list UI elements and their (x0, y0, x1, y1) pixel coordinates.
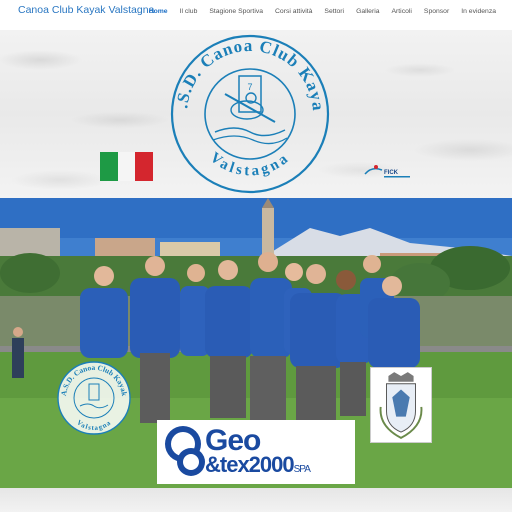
page-bottom-strip (0, 488, 512, 512)
club-logo-small: A.S.D. Canoa Club Kayak Valstagna (57, 361, 131, 435)
team-photo: A.S.D. Canoa Club Kayak Valstagna Geo &t… (0, 198, 512, 488)
geotex-mark (165, 426, 205, 476)
sponsor-geotex-logo: Geo &tex2000SPA (157, 420, 355, 484)
site-brand-link[interactable]: Canoa Club Kayak Valstagna (18, 5, 158, 16)
main-nav: Home Il club Stagione Sportiva Corsi att… (143, 8, 502, 15)
nav-item-articoli[interactable]: Articoli (386, 8, 418, 15)
nav-item-sponsor[interactable]: Sponsor (418, 8, 455, 15)
italian-flag (100, 152, 154, 181)
nav-item-il-club[interactable]: Il club (174, 8, 204, 15)
svg-text:7: 7 (247, 82, 252, 92)
fick-federation-logo: FICK (364, 165, 410, 178)
header-banner: A.S.D. Canoa Club Kayak Valstagna 7 FICK (0, 30, 512, 198)
nav-item-home[interactable]: Home (143, 8, 174, 15)
sponsor-name-line2: &tex2000SPA (205, 452, 311, 477)
svg-text:Valstagna: Valstagna (207, 150, 294, 180)
nav-item-in-evidenza[interactable]: In evidenza (455, 8, 502, 15)
nav-item-corsi-attivita[interactable]: Corsi attività (269, 8, 318, 15)
municipality-crest (370, 367, 432, 443)
nav-item-settori[interactable]: Settori (318, 8, 350, 15)
site-header: Canoa Club Kayak Valstagna Home Il club … (0, 0, 512, 30)
nav-item-stagione-sportiva[interactable]: Stagione Sportiva (203, 8, 269, 15)
nav-item-galleria[interactable]: Galleria (350, 8, 385, 15)
club-logo: A.S.D. Canoa Club Kayak Valstagna 7 (165, 32, 330, 194)
svg-text:FICK: FICK (384, 170, 399, 176)
